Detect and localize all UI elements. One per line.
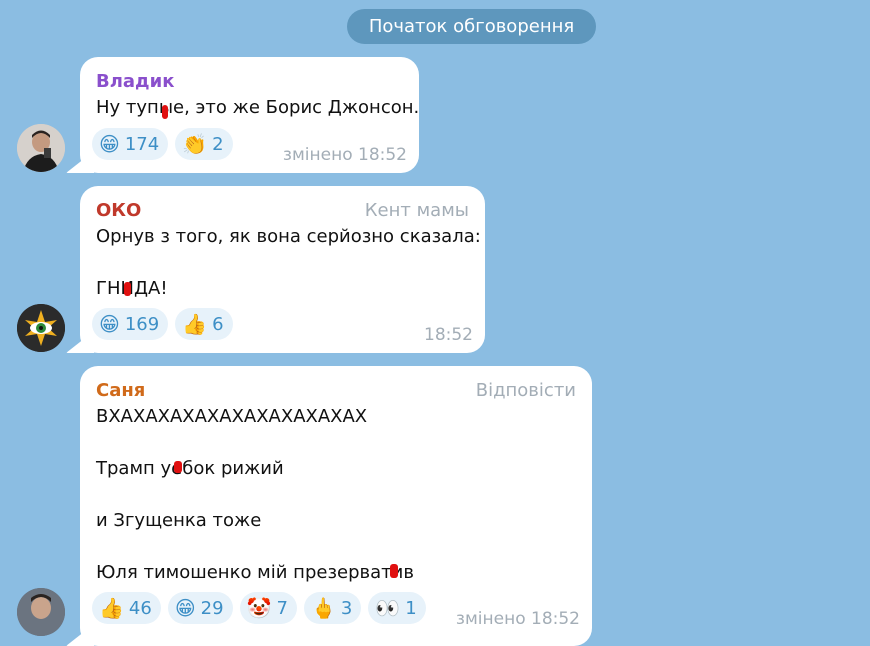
reaction-middle-finger[interactable]: 🖕 3 — [303, 592, 362, 624]
discussion-start-pill[interactable]: Початок обговорення — [347, 9, 596, 44]
grinning-face-icon: 😁 — [174, 596, 196, 620]
message-sanya: Саня Відповісти ВХАХАХАХАХАХАХАХАХАХАХ Т… — [66, 366, 592, 646]
thumbs-up-icon: 👍 — [99, 596, 124, 620]
sender-name[interactable]: ОКО — [96, 200, 141, 221]
sender-name[interactable]: Владик — [96, 71, 174, 92]
message-text-line: Трамп уебок рижий — [96, 458, 284, 479]
reaction-clap[interactable]: 👏 2 — [175, 128, 233, 160]
avatar-oko[interactable] — [17, 304, 65, 352]
reaction-grinning[interactable]: 😁 174 — [92, 128, 169, 160]
message-oko: ОКО Кент мамы Орнув з того, як вона серй… — [66, 186, 485, 353]
red-annotation-mark — [174, 461, 182, 473]
avatar-sanya[interactable] — [17, 588, 65, 636]
message-text: Ну тупые, это же Борис Джонсон. — [96, 97, 420, 118]
grinning-face-icon: 😁 — [99, 312, 120, 336]
clapping-hands-icon: 👏 — [182, 132, 208, 156]
reaction-grinning[interactable]: 😁 29 — [167, 592, 233, 624]
reaction-clown[interactable]: 🤡 7 — [239, 592, 297, 624]
clown-face-icon: 🤡 — [246, 596, 272, 620]
message-time: змінено 18:52 — [282, 145, 407, 165]
admin-title: Кент мамы — [364, 200, 469, 221]
grinning-face-icon: 😁 — [99, 132, 120, 156]
message-text-line: ВХАХАХАХАХАХАХАХАХАХАХ — [96, 406, 368, 427]
message-vladik: Владик Ну тупые, это же Борис Джонсон. 😁… — [66, 57, 420, 173]
discussion-start-label: Початок обговорення — [368, 16, 575, 37]
message-text-line: Юля тимошенко мій презерватив — [96, 562, 414, 583]
red-annotation-mark — [390, 564, 398, 578]
reaction-thumbs-up[interactable]: 👍 46 — [92, 592, 161, 624]
message-time: 18:52 — [424, 325, 473, 345]
eyes-icon: 👀 — [375, 596, 401, 620]
reaction-eyes[interactable]: 👀 1 — [368, 592, 426, 624]
sender-name[interactable]: Саня — [96, 380, 145, 401]
red-annotation-mark — [162, 105, 168, 119]
red-annotation-mark — [124, 282, 131, 296]
thumbs-up-icon: 👍 — [182, 312, 208, 336]
message-text-line: Орнув з того, як вона серйозно сказала: — [96, 226, 481, 247]
reaction-grinning[interactable]: 😁 169 — [92, 308, 169, 340]
message-text-line: и Згущенка тоже — [96, 510, 262, 531]
message-time: змінено 18:52 — [455, 609, 580, 629]
middle-finger-icon: 🖕 — [310, 596, 336, 620]
reply-button[interactable]: Відповісти — [476, 380, 576, 401]
message-text-line: ГНИДА! — [96, 278, 168, 299]
reaction-thumbs-up[interactable]: 👍 6 — [175, 308, 233, 340]
avatar-vladik[interactable] — [17, 124, 65, 172]
